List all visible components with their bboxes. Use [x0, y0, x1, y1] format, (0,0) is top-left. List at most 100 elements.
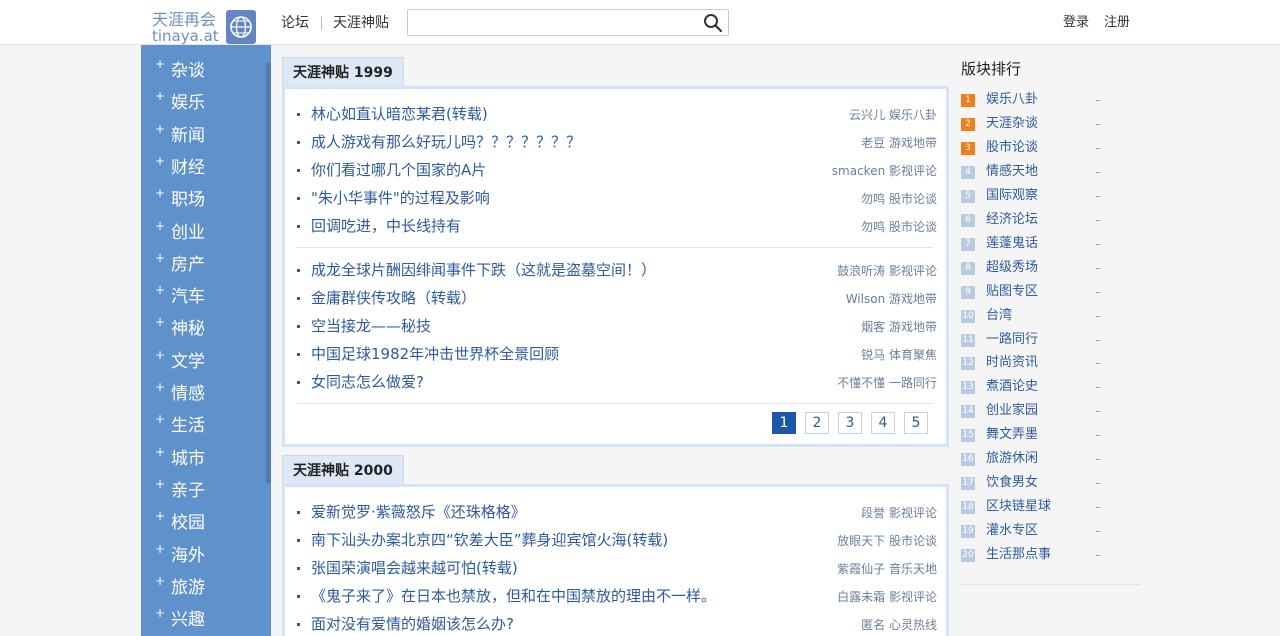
rank-board-link[interactable]: 区块链星球	[986, 499, 1051, 515]
post-author-board[interactable]: 鼓浪听涛 影视评论	[837, 263, 937, 279]
sidebar-item[interactable]: + 杂谈	[155, 57, 255, 85]
nav-forum-link[interactable]: 论坛	[281, 14, 309, 32]
page-button[interactable]: 1	[772, 412, 796, 434]
post-author-board[interactable]: 锐马 体育聚焦	[861, 347, 937, 363]
sidebar-item[interactable]: + 文学	[155, 348, 255, 376]
rank-item[interactable]: 12 时尚资讯 –	[961, 354, 1141, 374]
post-title-link[interactable]: 中国足球1982年冲击世界杯全景回顾	[311, 345, 559, 364]
rank-item[interactable]: 18 区块链星球 –	[961, 498, 1141, 518]
post-author-board[interactable]: 不懂不懂 一路同行	[837, 375, 937, 391]
rank-board-link[interactable]: 台湾	[986, 308, 1012, 324]
post-author-board[interactable]: Wilson 游戏地带	[846, 291, 937, 307]
sidebar-item[interactable]: + 财经	[155, 154, 255, 182]
page-button[interactable]: 4	[871, 412, 895, 434]
post-title-link[interactable]: 成龙全球片酬因绯闻事件下跌（这就是盗墓空间！）	[311, 261, 656, 280]
post-author-board[interactable]: 云兴儿 娱乐八卦	[849, 107, 937, 123]
search-input[interactable]	[412, 12, 700, 33]
rank-item[interactable]: 3 股市论谈 –	[961, 139, 1141, 159]
rank-board-link[interactable]: 天涯杂谈	[986, 116, 1038, 132]
page-button[interactable]: 3	[838, 412, 862, 434]
rank-board-link[interactable]: 情感天地	[986, 164, 1038, 180]
rank-item[interactable]: 9 贴图专区 –	[961, 283, 1141, 303]
panel-tab-2000[interactable]: 天涯神贴 2000	[282, 455, 404, 485]
post-title-link[interactable]: 你们看过哪几个国家的A片	[311, 161, 486, 180]
rank-board-link[interactable]: 灌水专区	[986, 523, 1038, 539]
rank-item[interactable]: 1 娱乐八卦 –	[961, 91, 1141, 111]
post-author-board[interactable]: 放眼天下 股市论谈	[837, 533, 937, 549]
post-author-board[interactable]: 勿鸣 股市论谈	[861, 191, 937, 207]
rank-board-link[interactable]: 创业家园	[986, 403, 1038, 419]
sidebar-item[interactable]: + 汽车	[155, 283, 255, 311]
sidebar-item[interactable]: + 校园	[155, 509, 255, 537]
rank-item[interactable]: 16 旅游休闲 –	[961, 450, 1141, 470]
page-button[interactable]: 5	[904, 412, 928, 434]
rank-item[interactable]: 13 煮酒论史 –	[961, 378, 1141, 398]
rank-board-link[interactable]: 经济论坛	[986, 212, 1038, 228]
search-icon[interactable]	[703, 13, 723, 33]
rank-item[interactable]: 2 天涯杂谈 –	[961, 115, 1141, 135]
rank-item[interactable]: 8 超级秀场 –	[961, 259, 1141, 279]
rank-item[interactable]: 14 创业家园 –	[961, 402, 1141, 422]
panel-tab-1999[interactable]: 天涯神贴 1999	[282, 57, 404, 87]
rank-item[interactable]: 20 生活那点事 –	[961, 546, 1141, 566]
post-title-link[interactable]: 女同志怎么做爱?	[311, 373, 424, 392]
post-title-link[interactable]: 张国荣演唱会越来越可怕(转载)	[311, 559, 518, 578]
rank-item[interactable]: 4 情感天地 –	[961, 163, 1141, 183]
rank-board-link[interactable]: 贴图专区	[986, 284, 1038, 300]
rank-item[interactable]: 6 经济论坛 –	[961, 211, 1141, 231]
post-title-link[interactable]: 林心如直认暗恋某君(转载)	[311, 105, 488, 124]
post-title-link[interactable]: 空当接龙——秘技	[311, 317, 431, 336]
post-author-board[interactable]: 烟客 游戏地带	[861, 319, 937, 335]
rank-board-link[interactable]: 舞文弄墨	[986, 427, 1038, 443]
sidebar-item[interactable]: + 亲子	[155, 477, 255, 505]
sidebar-item[interactable]: + 神秘	[155, 315, 255, 343]
sidebar-item[interactable]: + 娱乐	[155, 89, 255, 117]
nav-shentie-link[interactable]: 天涯神贴	[333, 14, 389, 32]
post-author-board[interactable]: 段誉 影视评论	[861, 505, 937, 521]
sidebar-item[interactable]: + 生活	[155, 412, 255, 440]
rank-board-link[interactable]: 饮食男女	[986, 475, 1038, 491]
rank-board-link[interactable]: 生活那点事	[986, 547, 1051, 563]
sidebar-item[interactable]: + 房产	[155, 251, 255, 279]
sidebar-scrollbar[interactable]	[266, 63, 271, 483]
sidebar-item[interactable]: + 海外	[155, 542, 255, 570]
rank-board-link[interactable]: 股市论谈	[986, 140, 1038, 156]
rank-item[interactable]: 17 饮食男女 –	[961, 474, 1141, 494]
site-logo[interactable]: 天涯再会 tinaya.at	[152, 10, 258, 46]
post-title-link[interactable]: 《鬼子来了》在日本也禁放，但和在中国禁放的理由不一样。	[311, 587, 716, 606]
rank-board-link[interactable]: 时尚资讯	[986, 355, 1038, 371]
post-title-link[interactable]: 南下汕头办案北京四“钦差大臣”葬身迎宾馆火海(转载)	[311, 531, 668, 550]
rank-board-link[interactable]: 旅游休闲	[986, 451, 1038, 467]
sidebar-item[interactable]: + 旅游	[155, 574, 255, 602]
page-button[interactable]: 2	[805, 412, 829, 434]
post-author-board[interactable]: 紫霞仙子 音乐天地	[837, 561, 937, 577]
post-title-link[interactable]: "朱小华事件"的过程及影响	[311, 189, 490, 208]
post-title-link[interactable]: 爱新觉罗·紫薇怒斥《还珠格格》	[311, 503, 526, 522]
post-author-board[interactable]: 匿名 心灵热线	[861, 617, 937, 633]
post-author-board[interactable]: 老豆 游戏地带	[861, 135, 937, 151]
rank-board-link[interactable]: 娱乐八卦	[986, 92, 1038, 108]
rank-item[interactable]: 19 灌水专区 –	[961, 522, 1141, 542]
login-link[interactable]: 登录	[1063, 15, 1089, 31]
sidebar-item[interactable]: + 城市	[155, 445, 255, 473]
post-author-board[interactable]: 勿鸣 股市论谈	[861, 219, 937, 235]
rank-board-link[interactable]: 国际观察	[986, 188, 1038, 204]
rank-item[interactable]: 5 国际观察 –	[961, 187, 1141, 207]
rank-board-link[interactable]: 莲蓬鬼话	[986, 236, 1038, 252]
sidebar-item[interactable]: + 新闻	[155, 122, 255, 150]
sidebar-item[interactable]: + 情感	[155, 380, 255, 408]
post-title-link[interactable]: 面对没有爱情的婚姻该怎么办?	[311, 615, 514, 634]
post-title-link[interactable]: 回调吃进，中长线持有	[311, 217, 461, 236]
post-title-link[interactable]: 成人游戏有那么好玩儿吗？？？？？？？	[311, 133, 581, 152]
rank-item[interactable]: 15 舞文弄墨 –	[961, 426, 1141, 446]
rank-item[interactable]: 7 莲蓬鬼话 –	[961, 235, 1141, 255]
sidebar-item[interactable]: + 创业	[155, 219, 255, 247]
post-title-link[interactable]: 金庸群侠传攻略（转载）	[311, 289, 476, 308]
register-link[interactable]: 注册	[1104, 15, 1130, 31]
rank-board-link[interactable]: 一路同行	[986, 332, 1038, 348]
sidebar-item[interactable]: + 兴趣	[155, 606, 255, 634]
rank-board-link[interactable]: 煮酒论史	[986, 379, 1038, 395]
rank-item[interactable]: 11 一路同行 –	[961, 331, 1141, 351]
post-author-board[interactable]: 白露未霜 影视评论	[837, 589, 937, 605]
rank-item[interactable]: 10 台湾 –	[961, 307, 1141, 327]
